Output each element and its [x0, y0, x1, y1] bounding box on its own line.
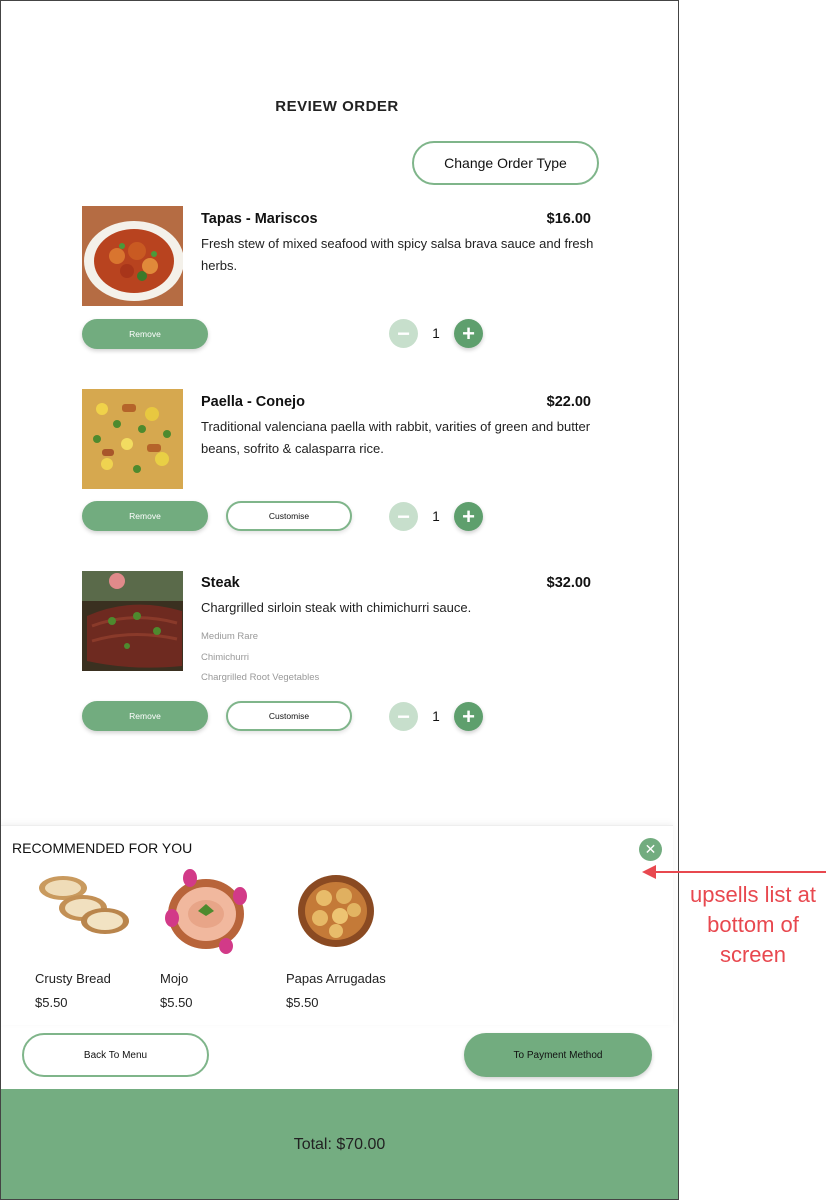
item-name: Tapas - Mariscos: [201, 211, 318, 227]
recommended-item-name: Mojo: [160, 971, 189, 986]
modifier-item: Chimichurri: [201, 651, 250, 663]
annotation-line: upsells list at: [690, 882, 816, 907]
order-total: Total: $70.00: [293, 1136, 386, 1153]
recommended-item-name: Crusty Bread: [35, 971, 111, 986]
recommended-item-price: $5.50: [286, 995, 319, 1010]
decrease-quantity-button[interactable]: −: [389, 702, 418, 731]
item-price: $22.00: [546, 394, 591, 410]
tapas-mariscos-image: [82, 206, 183, 306]
recommended-panel: RECOMMENDED FOR YOU ✕ Crusty Bread $5.50: [1, 825, 673, 1025]
modifier-item: Medium Rare: [201, 631, 259, 642]
annotation-callout: upsells list at bottom of screen: [678, 880, 828, 970]
close-recommended-button[interactable]: ✕: [639, 838, 662, 861]
decrease-quantity-button[interactable]: −: [389, 319, 418, 348]
item-price: $16.00: [546, 211, 591, 227]
to-payment-method-button[interactable]: To Payment Method: [464, 1033, 652, 1077]
item-name: Paella - Conejo: [201, 394, 305, 410]
increase-quantity-button[interactable]: +: [454, 319, 483, 348]
total-bar: Total: $70.00: [1, 1089, 678, 1199]
minus-icon: −: [397, 703, 410, 729]
crusty-bread-image: [35, 866, 135, 956]
minus-icon: −: [397, 320, 410, 346]
change-order-type-button[interactable]: Change Order Type: [412, 141, 599, 185]
paella-conejo-image: [82, 389, 183, 489]
minus-icon: −: [397, 503, 410, 529]
modifier-item: Chargrilled Root Vegetables: [201, 672, 320, 683]
quantity-value: 1: [432, 326, 440, 341]
decrease-quantity-button[interactable]: −: [389, 502, 418, 531]
item-description: Chargrilled sirloin steak with chimichur…: [201, 600, 472, 615]
remove-button[interactable]: Remove: [82, 319, 208, 349]
recommended-item-price: $5.50: [160, 995, 193, 1010]
increase-quantity-button[interactable]: +: [454, 502, 483, 531]
item-description: Fresh stew of mixed seafood with spicy s…: [201, 236, 594, 273]
remove-button[interactable]: Remove: [82, 701, 208, 731]
item-name: Steak: [201, 575, 240, 591]
item-description: Traditional valenciana paella with rabbi…: [201, 419, 591, 456]
plus-icon: +: [462, 320, 475, 346]
annotation-line: bottom of: [707, 912, 799, 937]
quantity-value: 1: [432, 709, 440, 724]
page-title: REVIEW ORDER: [275, 98, 399, 115]
customise-button[interactable]: Customise: [226, 701, 352, 731]
modifier-list: Medium Rare Chimichurri Chargrilled Root…: [201, 627, 319, 689]
steak-image: [82, 571, 183, 671]
quantity-value: 1: [432, 509, 440, 524]
plus-icon: +: [462, 703, 475, 729]
arrow-left-icon: [642, 865, 826, 879]
mojo-image: [160, 866, 260, 956]
customise-button[interactable]: Customise: [226, 501, 352, 531]
app-screen: REVIEW ORDER Change Order Type Tapas - M…: [0, 0, 679, 1200]
back-to-menu-button[interactable]: Back To Menu: [22, 1033, 209, 1077]
increase-quantity-button[interactable]: +: [454, 702, 483, 731]
recommended-item-name: Papas Arrugadas: [286, 971, 386, 986]
plus-icon: +: [462, 503, 475, 529]
recommended-item-price: $5.50: [35, 995, 68, 1010]
papas-arrugadas-image: [286, 866, 386, 956]
item-price: $32.00: [546, 575, 591, 591]
annotation-line: screen: [719, 942, 787, 967]
close-icon: ✕: [644, 841, 657, 857]
recommended-title: RECOMMENDED FOR YOU: [12, 840, 193, 856]
remove-button[interactable]: Remove: [82, 501, 208, 531]
